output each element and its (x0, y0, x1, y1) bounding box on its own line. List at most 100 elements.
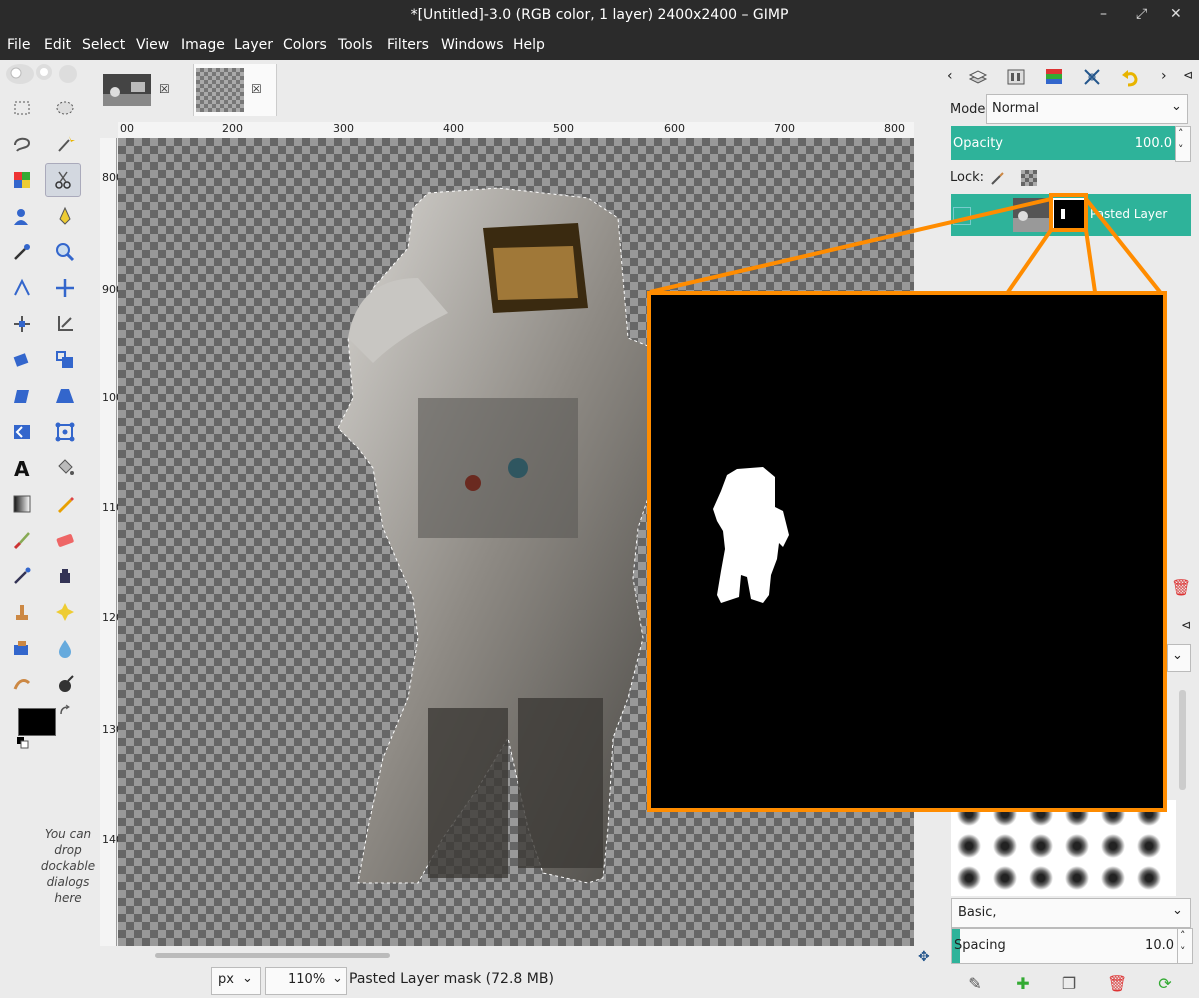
shear-icon[interactable] (5, 380, 39, 412)
lock-alpha-icon[interactable] (1021, 170, 1037, 186)
brush-item[interactable] (1099, 834, 1127, 858)
lock-pixels-icon[interactable] (989, 170, 1005, 186)
layers-tab-icon[interactable] (967, 66, 989, 88)
rect-select-icon[interactable] (5, 92, 39, 124)
clone-icon[interactable] (5, 596, 39, 628)
duplicate-brush-icon[interactable]: ❐ (1059, 974, 1079, 994)
layer-row[interactable]: Pasted Layer (951, 194, 1191, 236)
dock-menu-icon[interactable]: ⊲ (1183, 68, 1193, 82)
brush-item[interactable] (1063, 866, 1091, 890)
align-icon[interactable] (5, 308, 39, 340)
new-brush-icon[interactable]: ✚ (1013, 974, 1033, 994)
measure-icon[interactable] (5, 272, 39, 304)
free-select-icon[interactable] (5, 128, 39, 160)
ink-icon[interactable] (48, 560, 82, 592)
brush-item[interactable] (1135, 866, 1163, 890)
menu-view[interactable]: View (136, 37, 169, 53)
menu-image[interactable]: Image (181, 37, 225, 53)
brush-item[interactable] (955, 866, 983, 890)
perspective-icon[interactable] (48, 380, 82, 412)
menu-file[interactable]: File (7, 37, 30, 53)
brush-item[interactable] (1063, 834, 1091, 858)
chevron-up-icon[interactable]: ˄ (1180, 929, 1186, 942)
brush-item[interactable] (991, 834, 1019, 858)
undo-history-tab-icon[interactable] (1119, 66, 1141, 88)
menu-filters[interactable]: Filters (387, 37, 429, 53)
brush-filter-select[interactable]: ⌄ (1167, 644, 1191, 672)
eraser-icon[interactable] (48, 524, 82, 556)
layer-mask-preview[interactable] (1052, 198, 1088, 232)
menu-edit[interactable]: Edit (44, 37, 71, 53)
channels-tab-icon[interactable] (1005, 66, 1027, 88)
dodge-burn-icon[interactable] (48, 668, 82, 700)
vertical-ruler[interactable]: 800 900 1000 1100 1200 1300 1400 (100, 138, 130, 946)
swap-colors-icon[interactable] (58, 704, 72, 718)
delete-brush-icon[interactable]: 🗑 (1107, 974, 1127, 994)
heal-icon[interactable] (48, 596, 82, 628)
brushes-scrollbar[interactable] (1179, 690, 1186, 790)
opacity-spinner[interactable]: ˄ ˅ (1175, 126, 1191, 162)
select-by-color-icon[interactable] (5, 164, 39, 196)
horizontal-scrollbar[interactable] (155, 953, 390, 958)
move-icon[interactable] (48, 272, 82, 304)
brushes-grid[interactable] (951, 800, 1176, 896)
mode-select[interactable]: Normal ⌄ (986, 94, 1188, 124)
visibility-toggle[interactable] (953, 207, 971, 225)
zoom-icon[interactable] (48, 236, 82, 268)
maximize-button[interactable]: ⤢ (1136, 6, 1147, 22)
menu-colors[interactable]: Colors (283, 37, 327, 53)
smudge-icon[interactable] (5, 668, 39, 700)
chevron-down-icon[interactable]: ˅ (1180, 945, 1186, 958)
chevron-left-icon[interactable]: ‹ (947, 68, 953, 84)
layer-name[interactable]: Pasted Layer (1090, 207, 1167, 221)
brush-preset-select[interactable]: Basic, ⌄ (951, 898, 1191, 928)
menu-help[interactable]: Help (513, 37, 545, 53)
spacing-spinner[interactable]: ˄ ˅ (1177, 928, 1193, 964)
foreground-select-icon[interactable] (5, 200, 39, 232)
bucket-fill-icon[interactable] (48, 452, 82, 484)
default-colors-icon[interactable] (16, 736, 30, 750)
chevron-up-icon[interactable]: ˄ (1178, 127, 1184, 140)
brush-item[interactable] (955, 834, 983, 858)
brush-item[interactable] (1099, 866, 1127, 890)
delete-layer-icon[interactable]: 🗑 (1171, 578, 1191, 597)
unit-select[interactable]: px ⌄ (211, 967, 261, 995)
crop-icon[interactable] (48, 308, 82, 340)
paintbrush-icon[interactable] (5, 524, 39, 556)
pencil-icon[interactable] (48, 488, 82, 520)
refresh-brushes-icon[interactable]: ⟳ (1155, 974, 1175, 994)
menu-select[interactable]: Select (82, 37, 125, 53)
menu-layer[interactable]: Layer (234, 37, 273, 53)
fuzzy-select-icon[interactable] (48, 128, 82, 160)
tab-close-icon[interactable]: ☒ (159, 82, 170, 96)
rotate-icon[interactable] (5, 344, 39, 376)
scale-icon[interactable] (48, 344, 82, 376)
paths-tab-icon[interactable] (1043, 66, 1065, 88)
flip-icon[interactable] (5, 416, 39, 448)
horizontal-ruler[interactable]: 00 200 300 400 500 600 700 800 (118, 122, 914, 139)
perspective-clone-icon[interactable] (5, 632, 39, 664)
brush-item[interactable] (1027, 834, 1055, 858)
image-tab-photo[interactable] (103, 68, 159, 108)
dock-menu-icon[interactable]: ⊲ (1181, 618, 1191, 632)
menu-windows[interactable]: Windows (441, 37, 504, 53)
edit-brush-icon[interactable]: ✎ (965, 974, 985, 994)
scissors-select-icon[interactable] (45, 163, 81, 197)
colormap-tab-icon[interactable] (1081, 66, 1103, 88)
chevron-down-icon[interactable]: ˅ (1178, 143, 1184, 156)
chevron-right-icon[interactable]: › (1161, 68, 1167, 84)
gradient-icon[interactable] (5, 488, 39, 520)
airbrush-icon[interactable] (5, 560, 39, 592)
opacity-slider[interactable]: Opacity 100.0 (951, 126, 1175, 160)
brush-item[interactable] (1027, 866, 1055, 890)
text-icon[interactable]: A (5, 452, 39, 484)
close-window-button[interactable]: ✕ (1170, 6, 1182, 22)
zoom-select[interactable]: 110% ⌄ (265, 967, 347, 995)
blur-icon[interactable] (48, 632, 82, 664)
image-tab-current[interactable] (193, 64, 277, 116)
paths-icon[interactable] (48, 200, 82, 232)
brush-item[interactable] (1135, 834, 1163, 858)
tab-close-icon[interactable]: ☒ (251, 82, 262, 96)
menu-tools[interactable]: Tools (338, 37, 373, 53)
brush-item[interactable] (991, 866, 1019, 890)
